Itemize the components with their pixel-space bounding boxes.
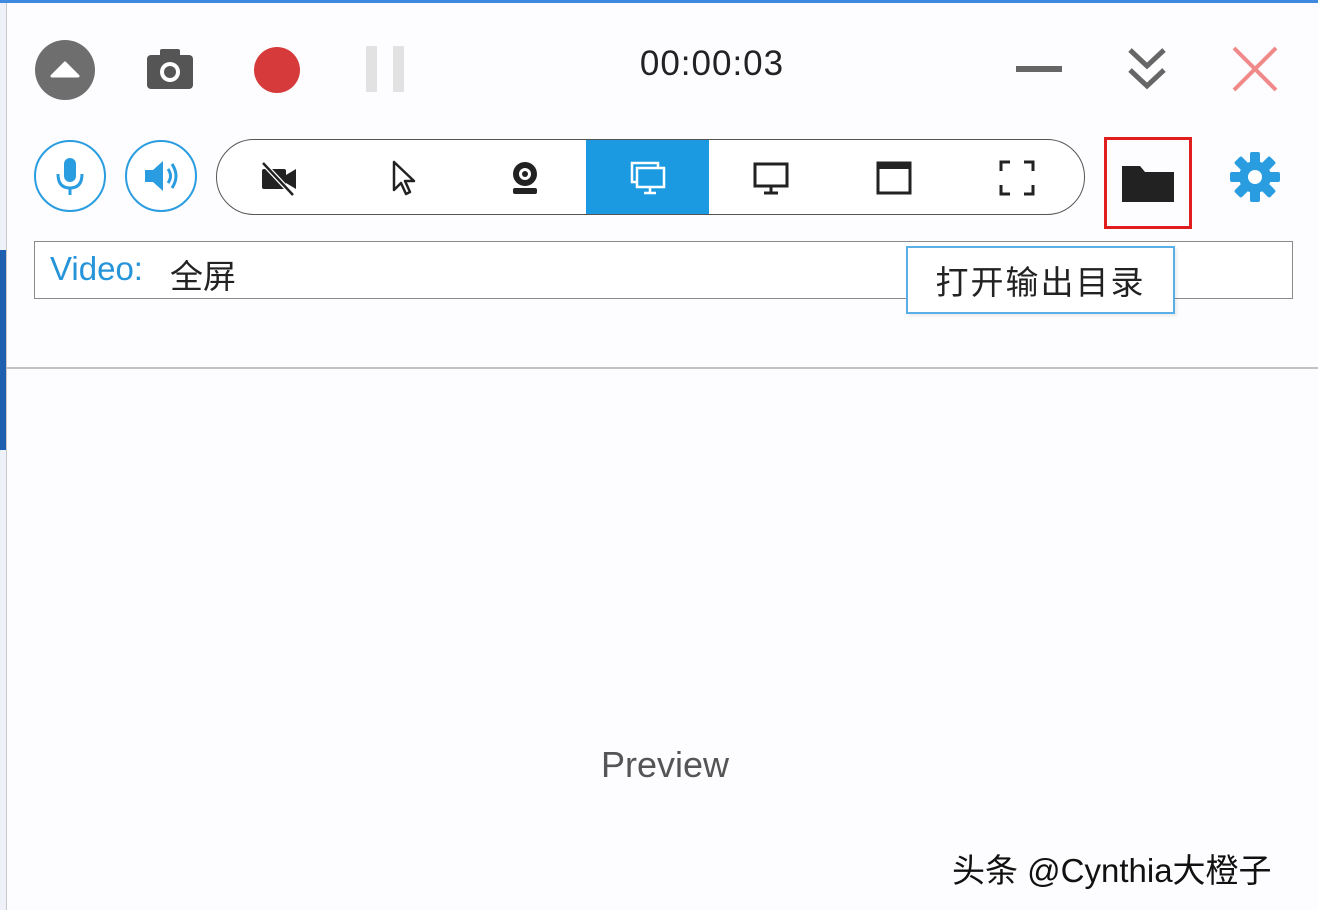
microphone-toggle[interactable] xyxy=(34,140,106,212)
speaker-toggle[interactable] xyxy=(125,140,197,212)
minimize-icon xyxy=(1016,66,1062,72)
mode-window[interactable] xyxy=(832,140,955,214)
close-icon xyxy=(1232,46,1278,92)
watermark: 头条 @Cynthia大橙子 xyxy=(952,852,1272,889)
triangle-up-icon xyxy=(50,61,80,78)
monitor-icon xyxy=(753,162,788,195)
pause-button[interactable] xyxy=(366,46,406,92)
minimize-button[interactable] xyxy=(1010,50,1066,90)
collapse-button[interactable] xyxy=(35,40,95,100)
no-video-icon xyxy=(260,161,296,197)
speaker-icon xyxy=(145,161,178,191)
mode-region[interactable] xyxy=(955,140,1078,214)
mode-no-video[interactable] xyxy=(217,140,340,214)
divider xyxy=(6,367,1318,369)
folder-icon xyxy=(1122,166,1174,202)
video-source-label: Video: xyxy=(50,250,143,287)
open-output-folder-tooltip: 打开输出目录 xyxy=(906,246,1175,314)
capture-mode-selector xyxy=(216,139,1085,215)
expand-button[interactable] xyxy=(1122,42,1172,98)
pause-icon xyxy=(366,46,404,92)
gear-icon xyxy=(1230,152,1280,202)
webcam-icon xyxy=(512,162,537,194)
preview-placeholder: Preview xyxy=(600,744,730,785)
window-icon xyxy=(876,161,911,195)
mode-screen[interactable] xyxy=(586,140,709,214)
region-icon xyxy=(999,160,1034,196)
double-chevron-down-icon xyxy=(1128,48,1166,90)
camera-icon xyxy=(147,49,193,89)
mode-cursor[interactable] xyxy=(340,140,463,214)
open-output-folder-button[interactable] xyxy=(1104,137,1192,229)
screen-icon xyxy=(630,161,665,195)
video-source-value: 全屏 xyxy=(170,257,236,296)
record-button[interactable] xyxy=(254,47,300,93)
mode-monitor[interactable] xyxy=(709,140,832,214)
cursor-icon xyxy=(392,160,415,196)
screenshot-button[interactable] xyxy=(142,42,198,98)
settings-button[interactable] xyxy=(1228,150,1282,204)
mode-webcam[interactable] xyxy=(463,140,586,214)
close-button[interactable] xyxy=(1228,42,1282,96)
microphone-icon xyxy=(56,158,84,195)
recording-timer: 00:00:03 xyxy=(639,44,785,83)
